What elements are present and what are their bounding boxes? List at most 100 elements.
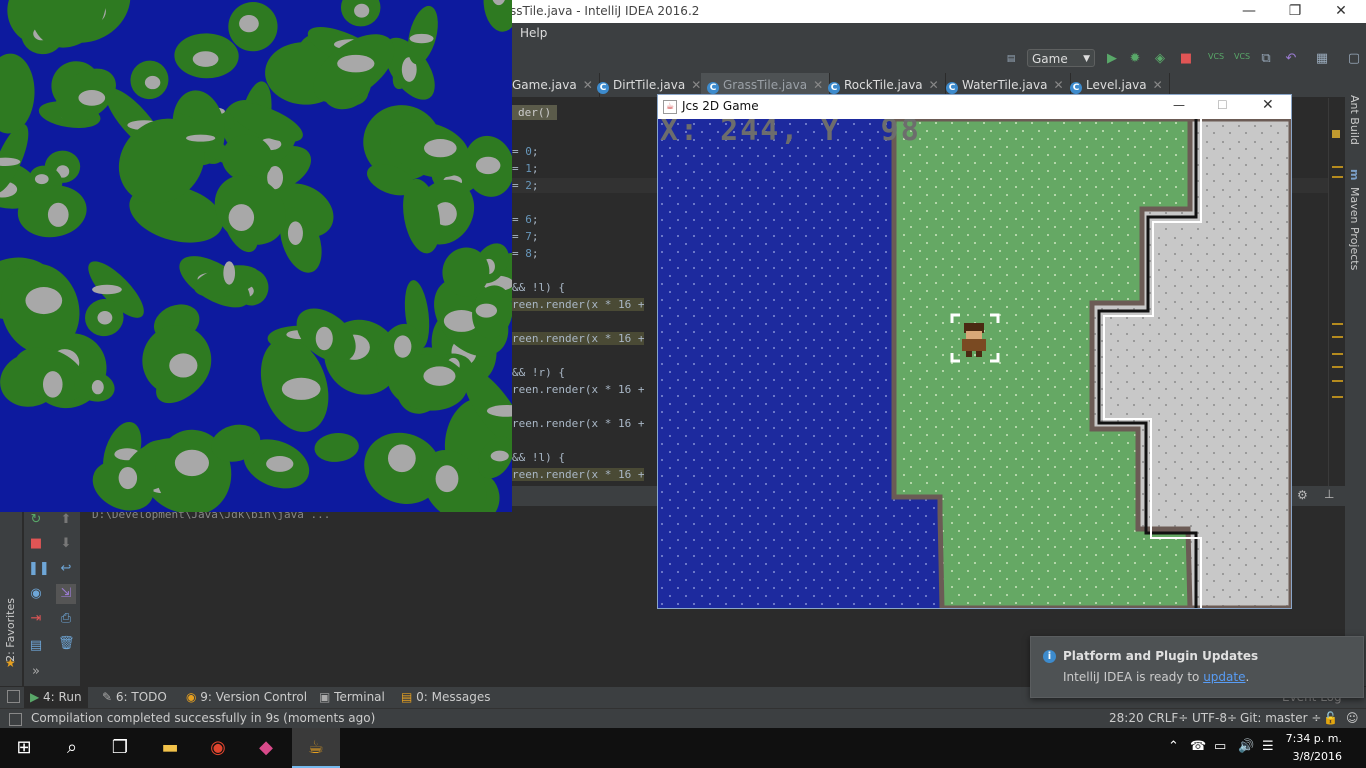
restore-icon[interactable]: ❐ bbox=[1272, 0, 1318, 23]
file-encoding[interactable]: UTF-8÷ bbox=[1192, 711, 1237, 725]
tab-game-java[interactable]: Game.java ✕ bbox=[506, 73, 600, 97]
gear-icon[interactable]: ⚙ bbox=[1297, 488, 1308, 502]
revert-icon[interactable]: ↶ bbox=[1283, 51, 1299, 67]
vcs-update-icon[interactable]: VCS bbox=[1208, 49, 1224, 65]
network-icon[interactable]: ☎ bbox=[1190, 739, 1206, 754]
update-link[interactable]: update bbox=[1203, 670, 1245, 684]
stripe-mark[interactable] bbox=[1332, 353, 1343, 355]
pause-icon[interactable]: ❚❚ bbox=[28, 561, 50, 577]
maximize-icon[interactable]: ☐ bbox=[1217, 98, 1228, 112]
status-message[interactable]: Compilation completed successfully in 9s… bbox=[31, 711, 375, 725]
caret-position[interactable]: 28:20 bbox=[1109, 711, 1144, 725]
close-icon[interactable]: ✕ bbox=[1153, 78, 1163, 92]
close-icon[interactable]: ✕ bbox=[1318, 0, 1364, 23]
project-structure-icon[interactable]: ▦ bbox=[1314, 51, 1330, 67]
stripe-mark[interactable] bbox=[1332, 336, 1343, 338]
file-explorer-icon[interactable]: ▬ bbox=[146, 728, 194, 768]
code-line: = 0; bbox=[512, 145, 539, 158]
action-center-icon[interactable]: ☰ bbox=[1262, 739, 1274, 754]
tab-version-control[interactable]: ◉ 9: Version Control bbox=[180, 687, 313, 708]
chrome-icon[interactable]: ◉ bbox=[194, 728, 242, 768]
print-icon[interactable]: ⎙ bbox=[58, 611, 74, 627]
tab-messages[interactable]: ▤ 0: Messages bbox=[395, 687, 497, 708]
stripe-mark[interactable] bbox=[1332, 366, 1343, 368]
stripe-mark[interactable] bbox=[1332, 396, 1343, 398]
minimize-icon[interactable]: — bbox=[1226, 0, 1272, 23]
favorites-tab[interactable]: 2: Favorites bbox=[4, 598, 17, 662]
terminal-icon: ▣ bbox=[319, 690, 335, 704]
battery-icon[interactable]: ▭ bbox=[1214, 739, 1226, 754]
run-config-label: Game bbox=[1032, 52, 1068, 66]
class-icon: C bbox=[707, 82, 719, 94]
map-rock bbox=[281, 377, 321, 400]
map-rock bbox=[97, 310, 113, 325]
status-bar: Compilation completed successfully in 9s… bbox=[0, 708, 1366, 729]
map-rock bbox=[423, 366, 456, 386]
vcs-history-icon[interactable]: ⧉ bbox=[1258, 51, 1274, 67]
run-icon[interactable]: ▶ bbox=[1104, 51, 1120, 67]
inspector-icon[interactable]: ☺ bbox=[1346, 711, 1359, 725]
map-rock bbox=[228, 204, 255, 231]
stop-icon[interactable]: ■ bbox=[28, 536, 44, 552]
more-icon[interactable]: » bbox=[28, 664, 44, 680]
debug-icon[interactable]: ✹ bbox=[1127, 51, 1143, 67]
intellij-icon[interactable]: ◆ bbox=[242, 728, 290, 768]
stop-icon[interactable]: ■ bbox=[1178, 51, 1194, 67]
run-config-select[interactable]: Game ▼ bbox=[1027, 49, 1095, 67]
dump-threads-icon[interactable]: ◉ bbox=[28, 586, 44, 602]
toggle-tool-windows-icon[interactable] bbox=[7, 690, 20, 703]
status-icon[interactable] bbox=[9, 713, 22, 726]
maven-projects-tab[interactable]: Maven Projects bbox=[1348, 187, 1361, 270]
up-icon[interactable]: ⬆ bbox=[58, 512, 74, 528]
stripe-mark[interactable] bbox=[1332, 380, 1343, 382]
coverage-icon[interactable]: ◈ bbox=[1152, 51, 1168, 67]
lock-icon[interactable]: 🔓 bbox=[1323, 711, 1338, 725]
close-icon[interactable]: ✕ bbox=[691, 78, 701, 92]
map-preview-window[interactable] bbox=[0, 0, 512, 512]
clock[interactable]: 7:34 p. m. 3/8/2016 bbox=[1286, 730, 1342, 766]
stripe-mark[interactable] bbox=[1332, 166, 1343, 168]
java-app-icon[interactable]: ☕ bbox=[292, 728, 340, 768]
map-rock bbox=[192, 51, 219, 67]
tab-run[interactable]: ▶ 4: Run bbox=[24, 687, 88, 708]
scroll-to-end-icon[interactable]: ⇲ bbox=[56, 584, 76, 604]
stripe-mark[interactable] bbox=[1332, 176, 1343, 178]
soft-wrap-icon[interactable]: ↩ bbox=[58, 561, 74, 577]
breadcrumb[interactable]: der() bbox=[512, 105, 558, 120]
close-icon[interactable]: ✕ bbox=[1053, 78, 1063, 92]
exit-icon[interactable]: ⇥ bbox=[28, 611, 44, 627]
down-icon[interactable]: ⬇ bbox=[58, 536, 74, 552]
tab-todo[interactable]: ✎ 6: TODO bbox=[96, 687, 173, 708]
close-icon[interactable]: ✕ bbox=[929, 78, 939, 92]
layout-icon[interactable]: ▤ bbox=[28, 638, 44, 654]
minimize-icon[interactable]: — bbox=[1173, 98, 1185, 112]
sdk-icon[interactable]: ▢ bbox=[1346, 51, 1362, 67]
stripe-mark[interactable] bbox=[1332, 323, 1343, 325]
show-hidden-icons[interactable]: ⌃ bbox=[1168, 739, 1179, 754]
game-window-title: Jcs 2D Game bbox=[682, 99, 759, 113]
game-canvas[interactable]: X: 244, Y 98 bbox=[658, 119, 1291, 608]
map-rock bbox=[169, 353, 198, 378]
menu-help[interactable]: Help bbox=[520, 26, 547, 40]
code-line: reen.render(x * 16 + bbox=[512, 332, 645, 345]
notification-popup[interactable]: i Platform and Plugin Updates IntelliJ I… bbox=[1030, 636, 1364, 698]
hide-panel-icon[interactable]: ⊥ bbox=[1324, 487, 1334, 501]
ant-build-tab[interactable]: Ant Build bbox=[1348, 95, 1361, 145]
rerun-icon[interactable]: ↻ bbox=[28, 512, 44, 528]
line-separator[interactable]: CRLF÷ bbox=[1148, 711, 1188, 725]
build-icon[interactable]: ▤ bbox=[1003, 51, 1019, 67]
trash-icon[interactable]: 🗑 bbox=[58, 636, 75, 652]
start-icon[interactable]: ⊞ bbox=[0, 728, 48, 768]
git-branch[interactable]: Git: master ÷ bbox=[1240, 711, 1321, 725]
tab-terminal[interactable]: ▣ Terminal bbox=[313, 687, 391, 708]
game-window[interactable]: ☕ Jcs 2D Game — ☐ ✕ X: 244, Y 98 bbox=[657, 94, 1292, 609]
search-icon[interactable]: ⌕ bbox=[48, 728, 96, 768]
maven-icon: m bbox=[1348, 169, 1361, 181]
task-view-icon[interactable]: ❐ bbox=[96, 728, 144, 768]
error-stripe[interactable] bbox=[1328, 98, 1346, 486]
analysis-status-icon[interactable] bbox=[1332, 130, 1340, 138]
close-icon[interactable]: ✕ bbox=[1262, 97, 1274, 113]
volume-icon[interactable]: 🔊 bbox=[1238, 739, 1254, 754]
code-line: reen.render(x * 16 + bbox=[512, 383, 645, 396]
vcs-commit-icon[interactable]: VCS bbox=[1234, 49, 1250, 65]
